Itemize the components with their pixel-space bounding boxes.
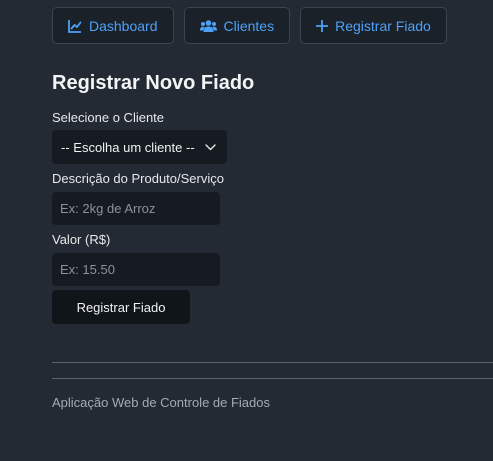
nav-dashboard-label: Dashboard [89, 17, 158, 34]
nav-clientes-button[interactable]: Clientes [183, 7, 291, 44]
client-select[interactable]: -- Escolha um cliente -- [52, 130, 227, 164]
description-input[interactable] [52, 192, 220, 225]
footer-divider [52, 378, 493, 379]
nav-clientes-label: Clientes [223, 17, 275, 34]
client-label: Selecione o Cliente [52, 110, 165, 125]
footer-text: Aplicação Web de Controle de Fiados [52, 395, 270, 410]
client-select-value: -- Escolha um cliente -- [61, 139, 195, 155]
users-icon [199, 19, 217, 33]
top-nav: Dashboard Clientes Registrar Fiado [52, 7, 447, 44]
nav-registrar-button[interactable]: Registrar Fiado [300, 7, 447, 44]
register-fiado-button[interactable]: Registrar Fiado [52, 290, 190, 324]
divider [52, 362, 493, 363]
nav-registrar-label: Registrar Fiado [335, 17, 431, 34]
nav-dashboard-button[interactable]: Dashboard [52, 7, 174, 44]
value-label: Valor (R$) [52, 232, 111, 247]
page-title: Registrar Novo Fiado [52, 72, 255, 94]
chevron-down-icon [204, 143, 216, 151]
plus-icon [316, 19, 329, 32]
value-input[interactable] [52, 253, 220, 286]
description-label: Descrição do Produto/Serviço [52, 171, 224, 186]
chart-line-icon [68, 19, 82, 33]
